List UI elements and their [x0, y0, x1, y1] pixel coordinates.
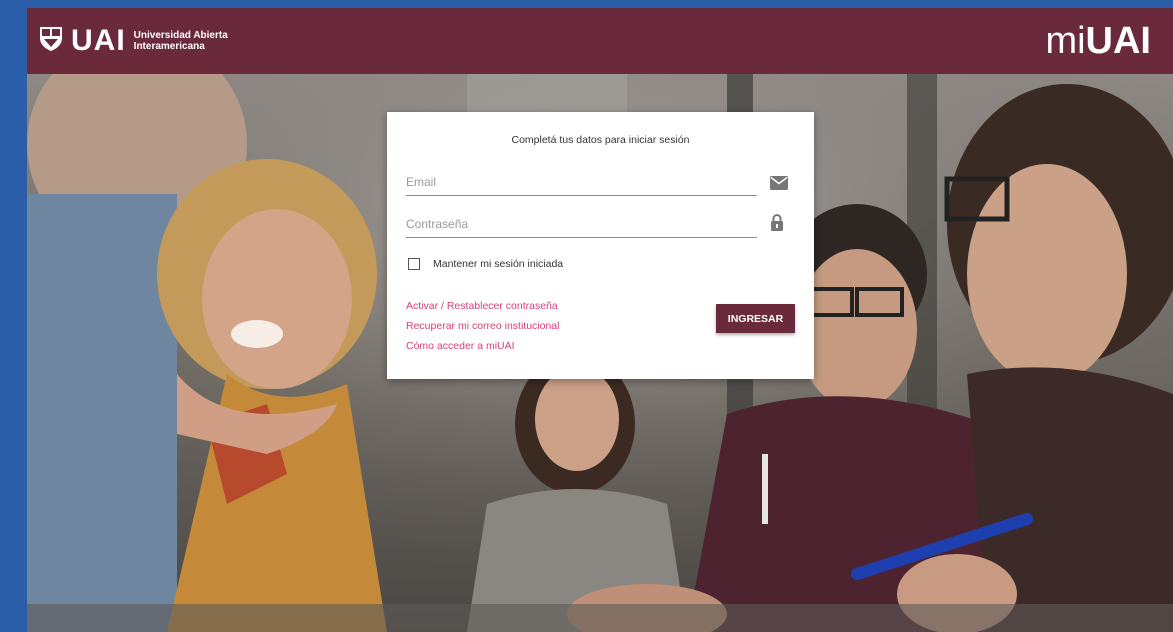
password-input[interactable] — [406, 211, 757, 235]
university-logo[interactable]: UAI Universidad Abierta Interamericana — [39, 26, 228, 57]
shield-icon — [39, 26, 63, 57]
login-card: Completá tus datos para iniciar sesión M… — [387, 112, 814, 379]
brand-subtitle-line-2: Interamericana — [133, 41, 205, 52]
envelope-icon — [770, 176, 788, 192]
miuai-logo-suffix: UAI — [1085, 20, 1151, 62]
remember-checkbox[interactable] — [408, 258, 420, 270]
remember-session[interactable]: Mantener mi sesión iniciada — [408, 258, 563, 270]
miuai-logo-prefix: mi — [1045, 20, 1086, 62]
brand-subtitle-line-1: Universidad Abierta — [133, 30, 228, 41]
password-field — [406, 211, 757, 238]
link-activate-reset-password[interactable]: Activar / Restablecer contraseña — [406, 299, 559, 313]
miuai-logo: miUAI — [1045, 22, 1151, 60]
email-input[interactable] — [406, 169, 757, 193]
link-how-to-access[interactable]: Cómo acceder a miUAI — [406, 339, 559, 353]
lock-icon — [770, 214, 788, 231]
login-title: Completá tus datos para iniciar sesión — [511, 134, 690, 146]
link-recover-email[interactable]: Recuperar mi correo institucional — [406, 319, 559, 333]
email-field — [406, 169, 757, 196]
remember-label: Mantener mi sesión iniciada — [433, 258, 564, 270]
top-header: UAI Universidad Abierta Interamericana m… — [27, 8, 1173, 74]
brand-subtitle: Universidad Abierta Interamericana — [134, 30, 228, 52]
help-links: Activar / Restablecer contraseña Recuper… — [406, 299, 559, 353]
brand-name: UAI — [71, 24, 126, 57]
app-frame: UAI Universidad Abierta Interamericana m… — [27, 8, 1173, 632]
login-button[interactable]: INGRESAR — [716, 304, 795, 333]
